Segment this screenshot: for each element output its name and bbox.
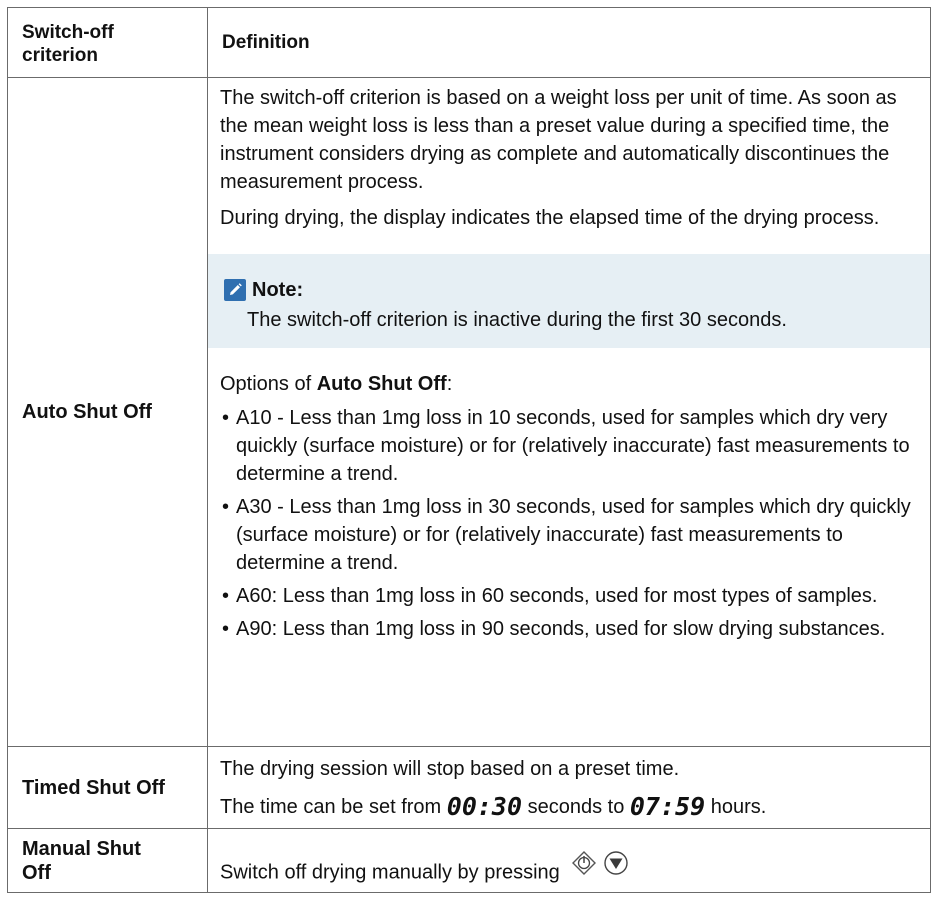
down-triangle-button-icon bbox=[603, 850, 629, 884]
pencil-note-icon bbox=[224, 279, 246, 301]
option-a60: A60: Less than 1mg loss in 60 seconds, u… bbox=[236, 585, 878, 607]
bullet-mark: • bbox=[222, 407, 230, 429]
start-stop-button-icon bbox=[571, 850, 597, 884]
header-col1-line2: criterion bbox=[22, 44, 99, 66]
note-title-text: Note: bbox=[252, 279, 304, 301]
option-a30: A30 - Less than 1mg loss in 30 seconds, … bbox=[236, 496, 911, 574]
list-item: • A30 - Less than 1mg loss in 30 seconds… bbox=[220, 493, 918, 577]
time-min-display: 00:30 bbox=[446, 791, 523, 821]
timed-line-1: The drying session will stop based on a … bbox=[220, 757, 680, 780]
criteria-table-frame: Switch-off criterion Definition Auto Shu… bbox=[7, 7, 931, 893]
definition-auto-shut-off: The switch-off criterion is based on a w… bbox=[207, 77, 931, 747]
timed-line-2-b: seconds to bbox=[522, 795, 630, 818]
list-item: • A60: Less than 1mg loss in 60 seconds,… bbox=[220, 582, 918, 610]
definition-timed-shut-off: The drying session will stop based on a … bbox=[207, 746, 931, 829]
options-prefix: Options of bbox=[220, 373, 317, 395]
switch-off-criteria-table: Switch-off criterion Definition Auto Shu… bbox=[7, 7, 931, 893]
row-timed-shut-off: Timed Shut Off The drying session will s… bbox=[7, 746, 931, 829]
definition-manual-shut-off: Switch off drying manually by pressing bbox=[207, 828, 931, 893]
list-item: • A90: Less than 1mg loss in 90 seconds,… bbox=[220, 615, 918, 643]
manual-line: Switch off drying manually by pressing bbox=[220, 851, 918, 890]
note-text: The switch-off criterion is inactive dur… bbox=[247, 309, 787, 331]
auto-paragraph-2: During drying, the display indicates the… bbox=[220, 207, 880, 229]
manual-text: Switch off drying manually by pressing bbox=[220, 861, 560, 884]
pencil-icon bbox=[230, 283, 242, 295]
header-col1-line1: Switch-off bbox=[22, 21, 114, 43]
auto-paragraph-1: The switch-off criterion is based on a w… bbox=[220, 87, 897, 193]
header-row: Switch-off criterion Definition bbox=[7, 7, 931, 78]
options-heading: Options of Auto Shut Off: bbox=[220, 370, 918, 398]
bullet-mark: • bbox=[222, 496, 230, 518]
criterion-timed-shut-off: Timed Shut Off bbox=[7, 746, 208, 829]
list-item: • A10 - Less than 1mg loss in 10 seconds… bbox=[220, 404, 918, 488]
bullet-mark: • bbox=[222, 585, 230, 607]
header-definition: Definition bbox=[207, 7, 931, 78]
criterion-manual-shut-off: Manual Shut Off bbox=[7, 828, 208, 893]
option-a90: A90: Less than 1mg loss in 90 seconds, u… bbox=[236, 618, 886, 640]
criterion-auto-shut-off: Auto Shut Off bbox=[7, 77, 208, 747]
manual-criterion-line1: Manual Shut bbox=[22, 837, 141, 860]
row-manual-shut-off: Manual Shut Off Switch off drying manual… bbox=[7, 828, 931, 893]
time-max-display: 07:59 bbox=[629, 791, 706, 821]
timed-line-2-a: The time can be set from bbox=[220, 795, 447, 818]
option-a10: A10 - Less than 1mg loss in 10 seconds, … bbox=[236, 407, 910, 485]
timed-line-2: The time can be set from 00:30 seconds t… bbox=[220, 791, 918, 821]
row-auto-shut-off: Auto Shut Off The switch-off criterion i… bbox=[7, 77, 931, 747]
options-bold: Auto Shut Off bbox=[316, 373, 447, 395]
bullet-mark: • bbox=[222, 618, 230, 640]
options-suffix: : bbox=[446, 373, 453, 395]
header-switch-off-criterion: Switch-off criterion bbox=[7, 7, 208, 78]
timed-line-2-c: hours. bbox=[705, 795, 767, 818]
note-box: Note: The switch-off criterion is inacti… bbox=[208, 254, 930, 348]
manual-criterion-line2: Off bbox=[22, 861, 51, 884]
note-title: Note: bbox=[224, 276, 914, 304]
